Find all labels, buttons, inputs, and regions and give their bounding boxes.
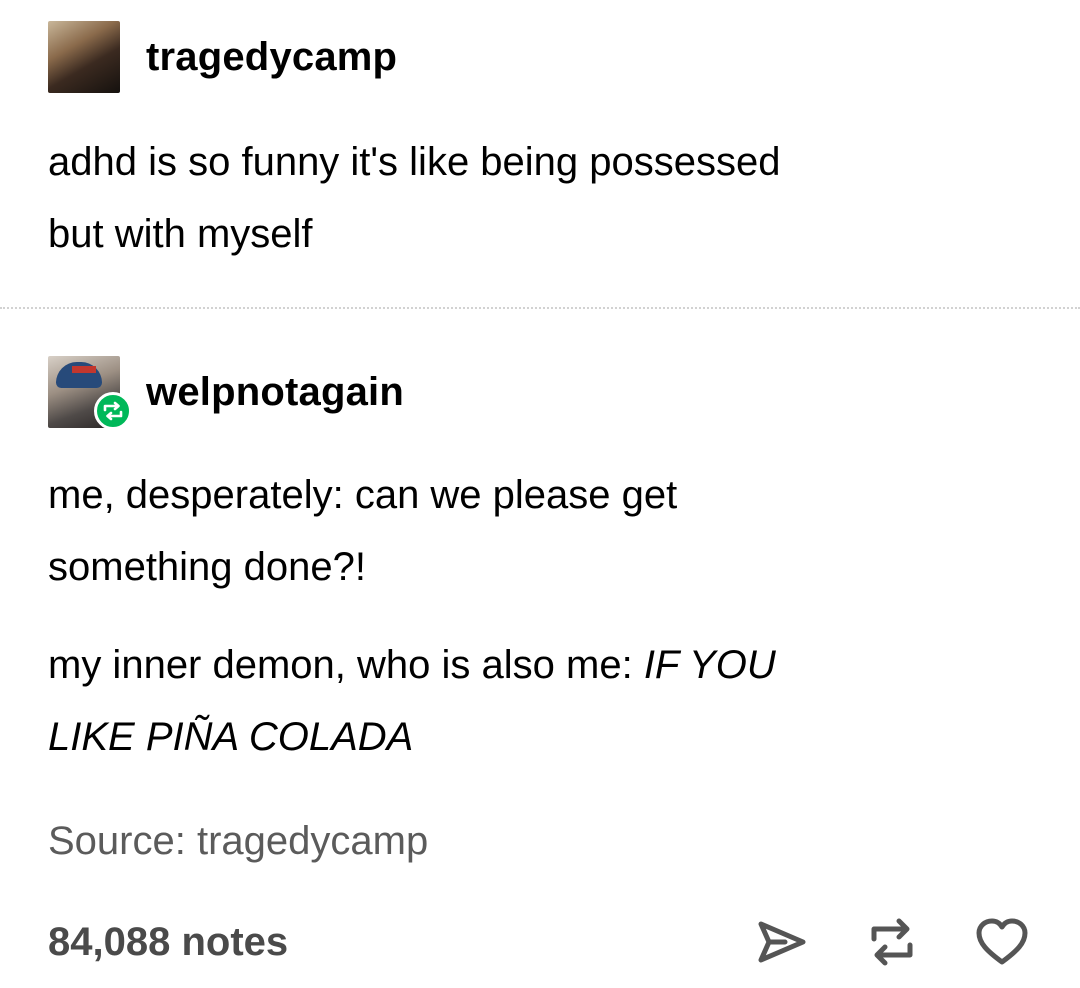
reblog-badge-icon: [94, 392, 132, 430]
post-header: tragedycamp: [48, 20, 1032, 94]
notes-count[interactable]: 84,088 notes: [48, 914, 288, 970]
reblog-text-italic: IF YOU: [643, 643, 776, 687]
username[interactable]: tragedycamp: [146, 35, 397, 80]
reblog-post: welpnotagain me, desperately: can we ple…: [48, 355, 1032, 773]
reblog-text-line: me, desperately: can we please get: [48, 473, 678, 517]
post-actions: [702, 912, 1032, 972]
avatar[interactable]: [48, 21, 120, 93]
divider: [0, 307, 1080, 309]
source-link[interactable]: Source: tragedycamp: [48, 813, 428, 869]
avatar[interactable]: [48, 356, 132, 430]
heart-icon[interactable]: [972, 912, 1032, 972]
reblog-paragraph-two: my inner demon, who is also me: IF YOU L…: [48, 629, 1032, 773]
username[interactable]: welpnotagain: [146, 370, 404, 415]
reblog-text-italic: LIKE PIÑA COLADA: [48, 715, 414, 759]
reblog-header: welpnotagain: [48, 355, 1032, 430]
post-text: adhd is so funny it's like being possess…: [48, 126, 1032, 270]
reblog-icon[interactable]: [862, 912, 922, 972]
original-post: tragedycamp adhd is so funny it's like b…: [48, 20, 1032, 270]
share-icon[interactable]: [752, 912, 812, 972]
reblog-paragraph-one: me, desperately: can we please get somet…: [48, 459, 1032, 603]
reblog-text-line: something done?!: [48, 545, 367, 589]
post-text-line: adhd is so funny it's like being possess…: [48, 140, 781, 184]
cap-illustration: [56, 362, 102, 388]
reblog-text-plain: my inner demon, who is also me:: [48, 643, 644, 687]
post-text-line: but with myself: [48, 212, 313, 256]
